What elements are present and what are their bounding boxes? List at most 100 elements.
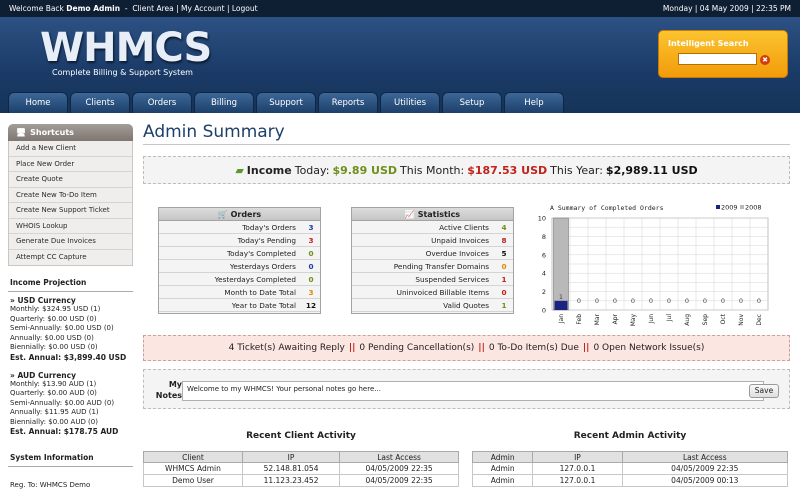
client-name-cell[interactable]: Demo User bbox=[143, 474, 243, 487]
x-tick-label: Nov bbox=[738, 314, 745, 326]
notes-textarea[interactable]: Welcome to my WHMCS! Your personal notes… bbox=[182, 381, 764, 401]
intelligent-search-panel: Intelligent Search ✖ bbox=[658, 30, 788, 78]
pending-cancellations[interactable]: 0 Pending Cancellation(s) bbox=[359, 343, 474, 353]
user-name: Demo Admin bbox=[66, 4, 121, 13]
statistic-value[interactable]: 8 bbox=[495, 236, 513, 245]
logout-link[interactable]: Logout bbox=[232, 4, 258, 13]
admin-activity-table: Admin IP Last Access Admin 127.0.0.1 04/… bbox=[471, 451, 789, 487]
shortcut-whois[interactable]: WHOIS Lookup bbox=[9, 219, 132, 234]
tab-billing[interactable]: Billing bbox=[194, 92, 254, 113]
order-stat-value[interactable]: 0 bbox=[302, 249, 320, 258]
last-access-cell: 04/05/2009 22:35 bbox=[339, 462, 459, 475]
main-nav: Home Clients Orders Billing Support Repo… bbox=[8, 92, 564, 113]
shortcut-create-todo[interactable]: Create New To-Do Item bbox=[9, 188, 132, 203]
currency-heading: » USD Currency bbox=[10, 296, 76, 305]
save-notes-button[interactable]: Save bbox=[749, 384, 779, 398]
client-activity-table: Client IP Last Access WHMCS Admin 52.148… bbox=[143, 451, 459, 487]
stat-row: Pending Transfer Domains 0 bbox=[352, 260, 513, 273]
statistic-value[interactable]: 5 bbox=[495, 249, 513, 258]
ip-cell: 11.123.23.452 bbox=[241, 474, 341, 487]
shortcut-add-client[interactable]: Add a New Client bbox=[9, 141, 132, 157]
client-name-cell[interactable]: WHMCS Admin bbox=[143, 462, 243, 475]
stat-row: Overdue Invoices 5 bbox=[352, 247, 513, 260]
x-tick-label: Jun bbox=[648, 314, 655, 325]
tab-utilities[interactable]: Utilities bbox=[380, 92, 440, 113]
last-access-cell: 04/05/2009 00:13 bbox=[621, 474, 789, 487]
bar-value-label: 0 bbox=[757, 297, 761, 305]
search-input[interactable] bbox=[678, 53, 757, 65]
statistic-value[interactable]: 4 bbox=[495, 223, 513, 232]
date-display: Monday | 04 May 2009 | 22:35 PM bbox=[662, 4, 791, 13]
shortcut-cc-capture[interactable]: Attempt CC Capture bbox=[9, 250, 132, 266]
order-stat-value[interactable]: 3 bbox=[302, 236, 320, 245]
search-go-icon[interactable]: ✖ bbox=[760, 55, 770, 65]
statistic-value[interactable]: 0 bbox=[495, 262, 513, 271]
title-divider bbox=[143, 144, 790, 145]
order-stat-value[interactable]: 0 bbox=[302, 262, 320, 271]
divider bbox=[8, 291, 133, 292]
tab-clients[interactable]: Clients bbox=[70, 92, 130, 113]
x-tick-label: Oct bbox=[720, 313, 727, 324]
statistic-label: Pending Transfer Domains bbox=[393, 261, 489, 271]
tickets-awaiting[interactable]: 4 Ticket(s) Awaiting Reply bbox=[229, 343, 345, 353]
tab-support[interactable]: Support bbox=[256, 92, 316, 113]
order-stat-value[interactable]: 3 bbox=[302, 223, 320, 232]
order-stat-value[interactable]: 3 bbox=[302, 288, 320, 297]
statistic-label: Unpaid Invoices bbox=[431, 235, 489, 245]
projection-line: Monthly: $13.90 AUD (1) bbox=[10, 379, 97, 388]
cart-icon: 🛒 bbox=[217, 210, 228, 219]
column-header: IP bbox=[241, 451, 341, 463]
tab-reports[interactable]: Reports bbox=[318, 92, 378, 113]
top-bar: Welcome Back Demo Admin - Client Area | … bbox=[0, 0, 800, 17]
stat-row: Yesterdays Completed 0 bbox=[159, 273, 320, 286]
bar-value-label: 0 bbox=[631, 297, 635, 305]
divider bbox=[8, 466, 133, 467]
order-stat-value[interactable]: 0 bbox=[302, 275, 320, 284]
table-row: Admin 127.0.0.1 04/05/2009 22:35 bbox=[471, 462, 789, 475]
bar-value-label: 0 bbox=[685, 297, 689, 305]
y-tick-label: 8 bbox=[542, 233, 546, 241]
statistics-panel: 📈 Statistics Active Clients 4 Unpaid Invoi… bbox=[351, 207, 514, 314]
x-tick-label: Aug bbox=[684, 314, 691, 326]
stat-row: Valid Quotes 1 bbox=[352, 299, 513, 312]
stat-row: Today's Pending 3 bbox=[159, 234, 320, 247]
shortcut-place-order[interactable]: Place New Order bbox=[9, 157, 132, 172]
statistics-header: 📈 Statistics bbox=[352, 208, 513, 221]
statistic-value[interactable]: 1 bbox=[495, 301, 513, 310]
tab-home[interactable]: Home bbox=[8, 92, 68, 113]
x-tick-label: Jul bbox=[666, 314, 673, 323]
tab-help[interactable]: Help bbox=[504, 92, 564, 113]
todo-due[interactable]: 0 To-Do Item(s) Due bbox=[489, 343, 579, 353]
admin-name-cell: Admin bbox=[471, 474, 534, 487]
client-area-link[interactable]: Client Area bbox=[132, 4, 173, 13]
x-tick-label: Jan bbox=[558, 314, 565, 324]
shortcut-create-quote[interactable]: Create Quote bbox=[9, 172, 132, 188]
statistics-rows: Active Clients 4 Unpaid Invoices 8 Overdue I… bbox=[352, 221, 513, 312]
shortcut-generate-invoices[interactable]: Generate Due Invoices bbox=[9, 234, 132, 250]
logo[interactable]: WHMCS bbox=[40, 25, 212, 71]
tab-orders[interactable]: Orders bbox=[132, 92, 192, 113]
statistic-value[interactable]: 1 bbox=[495, 275, 513, 284]
x-tick-label: Apr bbox=[612, 313, 619, 324]
projection-line: Quarterly: $0.00 AUD (0) bbox=[10, 389, 97, 397]
stat-row: Suspended Services 1 bbox=[352, 273, 513, 286]
legend-label: 2008 bbox=[745, 204, 762, 212]
legend-swatch bbox=[716, 205, 720, 209]
network-issues[interactable]: 0 Open Network Issue(s) bbox=[593, 343, 704, 353]
order-stat-value[interactable]: 12 bbox=[302, 301, 320, 310]
income-year: $2,989.11 USD bbox=[605, 163, 698, 177]
y-tick-label: 10 bbox=[538, 215, 546, 223]
my-account-link[interactable]: My Account bbox=[181, 4, 225, 13]
projection-line: Biennially: $0.00 AUD (0) bbox=[10, 417, 98, 426]
tab-setup[interactable]: Setup bbox=[442, 92, 502, 113]
stat-row: Unpaid Invoices 8 bbox=[352, 234, 513, 247]
shortcut-create-ticket[interactable]: Create New Support Ticket bbox=[9, 203, 132, 219]
statistic-value[interactable]: 0 bbox=[495, 288, 513, 297]
ip-cell: 127.0.0.1 bbox=[532, 474, 623, 487]
order-stat-label: Today's Pending bbox=[237, 235, 296, 245]
income-bar: ▰ Income Today: $9.89 USD This Month: $1… bbox=[143, 156, 790, 184]
month-label: This Month: bbox=[400, 163, 465, 177]
x-tick-label: May bbox=[630, 314, 637, 327]
order-stat-label: Today's Completed bbox=[226, 248, 296, 258]
tagline: Complete Billing & Support System bbox=[52, 68, 193, 77]
